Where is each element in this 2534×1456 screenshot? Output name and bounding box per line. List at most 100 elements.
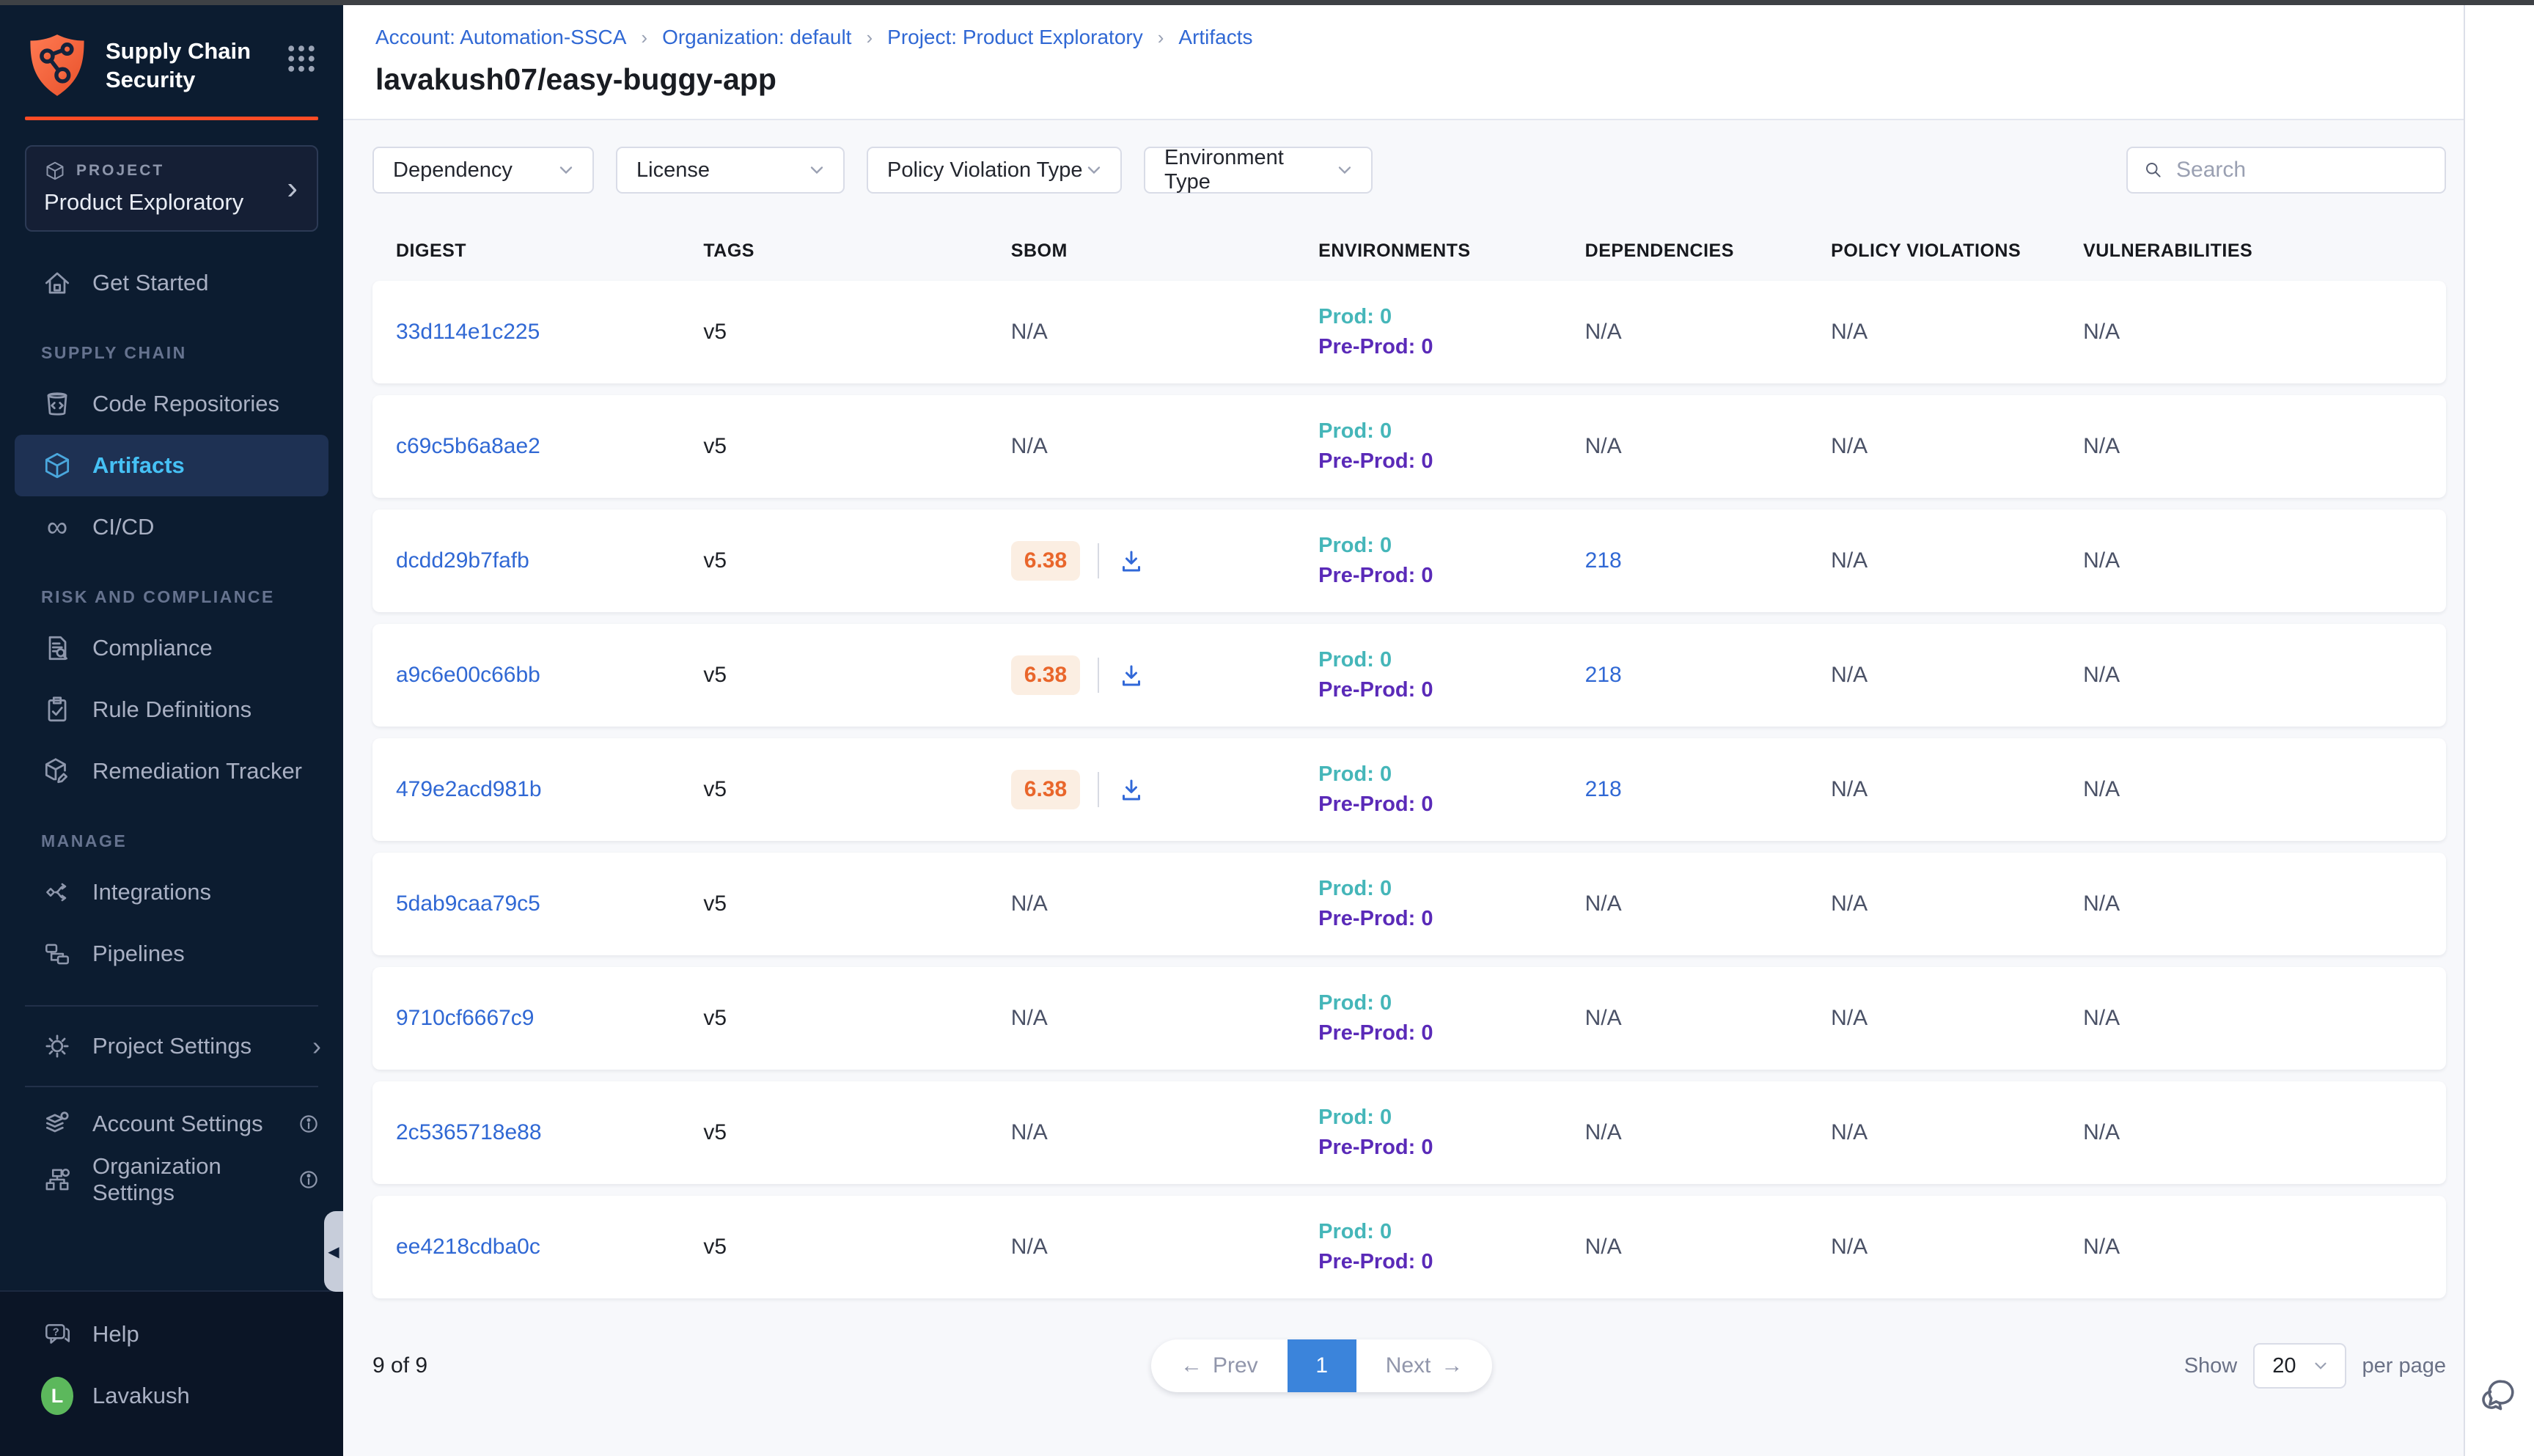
environments-cell: Prod: 0 Pre-Prod: 0: [1318, 305, 1584, 359]
tags-cell: v5: [703, 1120, 1010, 1145]
col-sbom: SBOM: [1011, 240, 1318, 262]
app-title: Supply Chain Security: [106, 32, 268, 95]
preprod-count: Pre-Prod: 0: [1318, 335, 1584, 359]
prev-page-button[interactable]: ← Prev: [1151, 1339, 1288, 1392]
environments-cell: Prod: 0 Pre-Prod: 0: [1318, 1220, 1584, 1274]
search-icon: [2142, 158, 2164, 183]
dependencies-link[interactable]: 218: [1585, 777, 1832, 802]
preprod-count: Pre-Prod: 0: [1318, 1021, 1584, 1045]
avatar: L: [41, 1377, 73, 1415]
prod-count: Prod: 0: [1318, 305, 1584, 329]
next-page-button[interactable]: Next →: [1356, 1339, 1493, 1392]
filter-environment-type[interactable]: Environment Type: [1144, 147, 1373, 194]
policy-violations-cell: N/A: [1831, 1006, 2083, 1031]
sidebar-item-compliance[interactable]: Compliance: [0, 617, 343, 679]
vulnerabilities-cell: N/A: [2083, 1006, 2446, 1031]
tags-cell: v5: [703, 320, 1010, 345]
prod-count: Prod: 0: [1318, 1106, 1584, 1130]
prod-count: Prod: 0: [1318, 762, 1584, 787]
digest-link[interactable]: c69c5b6a8ae2: [396, 434, 703, 459]
sidebar-item-pipelines[interactable]: Pipelines: [0, 923, 343, 985]
dependencies-link[interactable]: 218: [1585, 548, 1832, 573]
sidebar-collapse-handle[interactable]: ◀: [324, 1211, 343, 1292]
preprod-count: Pre-Prod: 0: [1318, 1136, 1584, 1160]
dependencies-link[interactable]: 218: [1585, 663, 1832, 688]
page-size-select[interactable]: 20: [2253, 1343, 2346, 1389]
user-menu[interactable]: L Lavakush: [0, 1365, 343, 1427]
digest-link[interactable]: 2c5365718e88: [396, 1120, 703, 1145]
sidebar-item-integrations[interactable]: Integrations: [0, 861, 343, 923]
download-icon: [1117, 775, 1146, 804]
sidebar-item-cicd[interactable]: ∞ CI/CD: [0, 496, 343, 558]
digest-link[interactable]: 33d114e1c225: [396, 320, 703, 345]
table-row: 9710cf6667c9 v5 N/A Prod: 0 Pre-Prod: 0 …: [372, 967, 2446, 1070]
policy-violations-cell: N/A: [1831, 434, 2083, 459]
breadcrumb-artifacts[interactable]: Artifacts: [1178, 26, 1252, 49]
digest-link[interactable]: 5dab9caa79c5: [396, 891, 703, 916]
search-input[interactable]: [2176, 158, 2430, 183]
sidebar-item-artifacts[interactable]: Artifacts: [15, 435, 328, 496]
project-selector[interactable]: PROJECT Product Exploratory ›: [25, 145, 318, 232]
digest-link[interactable]: ee4218cdba0c: [396, 1235, 703, 1260]
policy-violations-cell: N/A: [1831, 320, 2083, 345]
chevron-down-icon: [2311, 1356, 2330, 1375]
sidebar-item-account-settings[interactable]: Account Settings: [0, 1096, 343, 1152]
page-1-button[interactable]: 1: [1288, 1339, 1356, 1392]
digest-link[interactable]: dcdd29b7fafb: [396, 548, 703, 573]
dependencies-cell: N/A: [1585, 1235, 1832, 1260]
environments-cell: Prod: 0 Pre-Prod: 0: [1318, 991, 1584, 1045]
info-icon[interactable]: [296, 1167, 321, 1192]
sbom-score-badge: 6.38: [1011, 655, 1080, 695]
project-cube-icon: [44, 160, 66, 182]
home-icon: [41, 268, 73, 298]
digest-link[interactable]: a9c6e00c66bb: [396, 663, 703, 688]
chevron-down-icon: [807, 160, 827, 180]
vulnerabilities-cell: N/A: [2083, 1120, 2446, 1145]
preprod-count: Pre-Prod: 0: [1318, 449, 1584, 474]
sbom-download-button[interactable]: [1117, 546, 1146, 576]
sidebar-nav: Get Started SUPPLY CHAIN Code Repositori…: [0, 252, 343, 1207]
sbom-cell: 6.38: [1011, 770, 1318, 809]
filter-dependency[interactable]: Dependency: [372, 147, 594, 194]
sidebar-item-organization-settings[interactable]: Organization Settings: [0, 1152, 343, 1207]
digest-link[interactable]: 479e2acd981b: [396, 777, 703, 802]
download-icon: [1117, 546, 1146, 576]
preprod-count: Pre-Prod: 0: [1318, 907, 1584, 931]
breadcrumb-separator: ›: [641, 26, 647, 49]
table-row: 33d114e1c225 v5 N/A Prod: 0 Pre-Prod: 0 …: [372, 281, 2446, 383]
tags-cell: v5: [703, 548, 1010, 573]
sidebar-item-code-repositories[interactable]: Code Repositories: [0, 373, 343, 435]
clipboard-check-icon: [41, 694, 73, 725]
filter-bar: Dependency License Policy Violation Type…: [372, 147, 2446, 194]
module-grid-icon[interactable]: [284, 42, 318, 76]
prod-count: Prod: 0: [1318, 419, 1584, 444]
environments-cell: Prod: 0 Pre-Prod: 0: [1318, 648, 1584, 702]
vulnerabilities-cell: N/A: [2083, 1235, 2446, 1260]
sbom-cell: 6.38: [1011, 655, 1318, 695]
dependencies-cell: N/A: [1585, 320, 1832, 345]
tags-cell: v5: [703, 434, 1010, 459]
table-row: 479e2acd981b v5 6.38 Prod: 0 Pre-Pr: [372, 738, 2446, 841]
sbom-download-button[interactable]: [1117, 661, 1146, 690]
sidebar-item-project-settings[interactable]: Project Settings ›: [0, 1015, 343, 1077]
show-label: Show: [2184, 1354, 2238, 1378]
col-policy-violations: POLICY VIOLATIONS: [1831, 240, 2083, 262]
dependencies-cell: N/A: [1585, 1006, 1832, 1031]
breadcrumb-account[interactable]: Account: Automation-SSCA: [375, 26, 626, 49]
filter-license[interactable]: License: [616, 147, 845, 194]
sidebar-item-get-started[interactable]: Get Started: [0, 252, 343, 314]
code-repo-icon: [41, 389, 73, 419]
sbom-download-button[interactable]: [1117, 775, 1146, 804]
sidebar-item-rule-definitions[interactable]: Rule Definitions: [0, 679, 343, 740]
digest-link[interactable]: 9710cf6667c9: [396, 1006, 703, 1031]
preprod-count: Pre-Prod: 0: [1318, 1250, 1584, 1274]
info-icon[interactable]: [296, 1111, 321, 1136]
filter-policy-violation-type[interactable]: Policy Violation Type: [867, 147, 1122, 194]
gear-icon: [41, 1031, 73, 1062]
sidebar-item-remediation-tracker[interactable]: Remediation Tracker: [0, 740, 343, 802]
breadcrumb-project[interactable]: Project: Product Exploratory: [887, 26, 1143, 49]
table-row: ee4218cdba0c v5 N/A Prod: 0 Pre-Prod: 0 …: [372, 1196, 2446, 1298]
sidebar-item-help[interactable]: ? Help: [0, 1304, 343, 1365]
breadcrumb-organization[interactable]: Organization: default: [662, 26, 851, 49]
feedback-chat-icon[interactable]: [2477, 1372, 2522, 1418]
